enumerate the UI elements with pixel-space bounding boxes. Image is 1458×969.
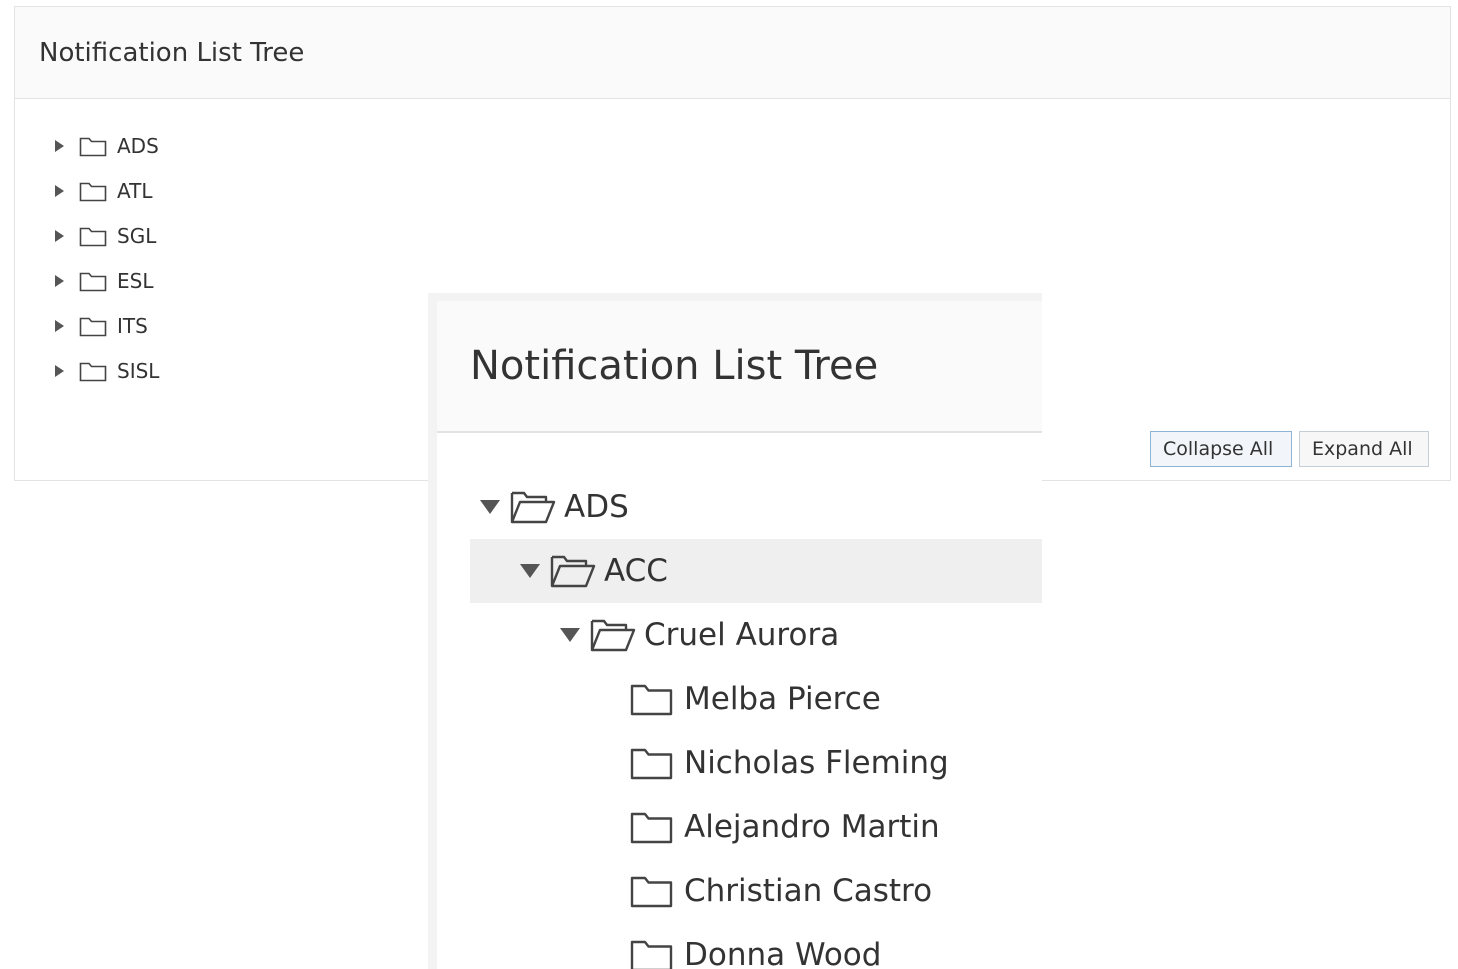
tree-node-esl[interactable]: ESL <box>51 258 159 303</box>
tree-node-christian-castro[interactable]: Christian Castro <box>470 859 1042 923</box>
panel-title: Notification List Tree <box>39 37 305 68</box>
zoomed-tree-panel: Notification List Tree ADS ACC Cruel Aur… <box>428 293 1042 969</box>
zoomed-panel-header: Notification List Tree <box>437 301 1042 433</box>
tree-node-label: ATL <box>117 178 153 203</box>
tree-node-label: Cruel Aurora <box>644 617 840 653</box>
tree-node-its[interactable]: ITS <box>51 303 159 348</box>
collapse-arrow-icon[interactable] <box>550 628 590 642</box>
collapse-arrow-icon[interactable] <box>510 564 550 578</box>
folder-closed-icon <box>630 679 678 719</box>
expand-arrow-icon[interactable] <box>51 274 79 287</box>
folder-closed-icon <box>630 871 678 911</box>
zoomed-notification-tree: ADS ACC Cruel Aurora Melba Pierce Nichol… <box>470 475 1042 969</box>
tree-node-label: SISL <box>117 358 160 383</box>
tree-node-label: ACC <box>604 553 668 589</box>
folder-closed-icon <box>79 133 109 159</box>
tree-node-label: ESL <box>117 268 154 293</box>
folder-closed-icon <box>79 313 109 339</box>
folder-closed-icon <box>79 178 109 204</box>
tree-node-cruel-aurora[interactable]: Cruel Aurora <box>470 603 1042 667</box>
tree-node-sgl[interactable]: SGL <box>51 213 159 258</box>
collapse-arrow-icon[interactable] <box>470 500 510 514</box>
tree-node-sisl[interactable]: SISL <box>51 348 159 393</box>
tree-node-label: Donna Wood <box>684 937 882 969</box>
tree-node-alejandro-martin[interactable]: Alejandro Martin <box>470 795 1042 859</box>
tree-node-label: Alejandro Martin <box>684 809 940 845</box>
expand-arrow-icon[interactable] <box>51 229 79 242</box>
folder-closed-icon <box>630 743 678 783</box>
tree-node-nicholas-fleming[interactable]: Nicholas Fleming <box>470 731 1042 795</box>
tree-node-atl[interactable]: ATL <box>51 168 159 213</box>
tree-node-label: ITS <box>117 313 148 338</box>
expand-arrow-icon[interactable] <box>51 319 79 332</box>
tree-node-label: ADS <box>117 133 159 158</box>
folder-closed-icon <box>630 935 678 969</box>
tree-node-acc[interactable]: ACC <box>470 539 1042 603</box>
expand-arrow-icon[interactable] <box>51 184 79 197</box>
tree-node-label: SGL <box>117 223 157 248</box>
folder-closed-icon <box>630 807 678 847</box>
tree-node-label: Melba Pierce <box>684 681 881 717</box>
tree-node-label: Nicholas Fleming <box>684 745 949 781</box>
panel-header: Notification List Tree <box>15 7 1450 99</box>
tree-node-label: ADS <box>564 489 629 525</box>
tree-node-ads[interactable]: ADS <box>51 123 159 168</box>
tree-node-melba-pierce[interactable]: Melba Pierce <box>470 667 1042 731</box>
folder-closed-icon <box>79 268 109 294</box>
expand-arrow-icon[interactable] <box>51 364 79 377</box>
folder-closed-icon <box>79 223 109 249</box>
tree-node-ads[interactable]: ADS <box>470 475 1042 539</box>
tree-node-label: Christian Castro <box>684 873 933 909</box>
folder-open-icon <box>550 551 598 591</box>
notification-tree: ADS ATL SGL ESL ITS SISL <box>51 123 159 393</box>
collapse-all-button[interactable]: Collapse All <box>1150 431 1292 467</box>
folder-open-icon <box>590 615 638 655</box>
expand-arrow-icon[interactable] <box>51 139 79 152</box>
folder-closed-icon <box>79 358 109 384</box>
zoomed-panel-title: Notification List Tree <box>470 343 879 389</box>
tree-node-donna-wood[interactable]: Donna Wood <box>470 923 1042 969</box>
expand-all-button[interactable]: Expand All <box>1299 431 1429 467</box>
folder-open-icon <box>510 487 558 527</box>
